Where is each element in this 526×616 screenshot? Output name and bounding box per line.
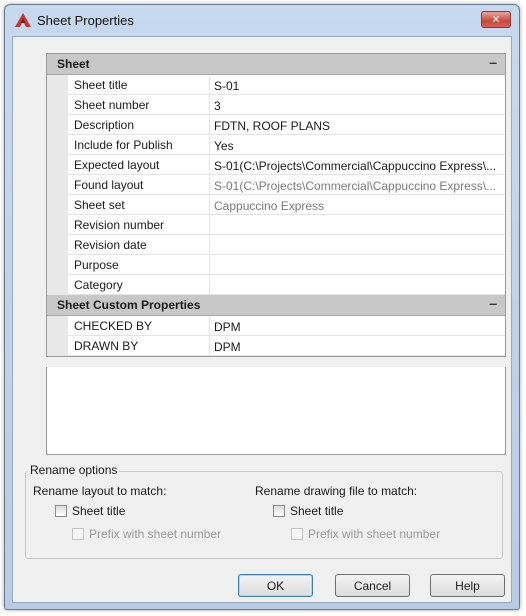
collapse-icon[interactable]: – [489,54,497,70]
layout-sheet-title-label[interactable]: Sheet title [72,504,125,518]
property-row[interactable]: CHECKED BY DPM [47,316,505,336]
property-row[interactable]: Sheet title S-01 [47,75,505,95]
property-row[interactable]: Sheet set Cappuccino Express [47,195,505,215]
drawing-prefix-label: Prefix with sheet number [308,527,441,541]
title-bar[interactable]: Sheet Properties ✕ [5,5,519,35]
sheet-properties-dialog: Sheet Properties ✕ Sheet – Sheet title S-… [4,4,520,610]
autocad-logo-icon [15,13,31,27]
property-value[interactable]: DPM [210,336,505,356]
property-row[interactable]: Revision number [47,215,505,235]
property-name: Sheet title [68,75,210,95]
property-value[interactable]: FDTN, ROOF PLANS [210,115,505,135]
property-row[interactable]: Purpose [47,255,505,275]
property-row[interactable]: DRAWN BY DPM [47,336,505,356]
property-name: Category [68,275,210,295]
property-value: Cappuccino Express [210,195,505,215]
category-label: Sheet [57,57,90,71]
property-value[interactable]: S-01(C:\Projects\Commercial\Cappuccino E… [210,155,505,175]
custom-properties-category-header[interactable]: Sheet Custom Properties – [47,295,505,316]
drawing-sheet-title-label[interactable]: Sheet title [290,504,343,518]
property-value[interactable] [210,275,505,295]
property-row[interactable]: Sheet number 3 [47,95,505,115]
property-grid: Sheet – Sheet title S-01 Sheet number 3 De… [46,53,506,357]
layout-prefix-checkbox[interactable] [72,528,84,540]
property-name: DRAWN BY [68,336,210,356]
property-name: Include for Publish [68,135,210,155]
property-name: Revision number [68,215,210,235]
property-value[interactable]: 3 [210,95,505,115]
property-name: Sheet number [68,95,210,115]
property-name: Expected layout [68,155,210,175]
sheet-category-header[interactable]: Sheet – [47,54,505,75]
property-name: Purpose [68,255,210,275]
cancel-button[interactable]: Cancel [335,574,410,597]
property-name: Found layout [68,175,210,195]
close-icon: ✕ [491,14,501,26]
property-value[interactable] [210,215,505,235]
ok-button[interactable]: OK [238,574,313,597]
rename-layout-label: Rename layout to match: [33,484,167,498]
property-value[interactable] [210,235,505,255]
dialog-body: Sheet – Sheet title S-01 Sheet number 3 De… [12,36,512,603]
rename-options-legend: Rename options [28,463,120,477]
help-button[interactable]: Help [430,574,505,597]
property-value[interactable]: S-01 [210,75,505,95]
property-name: CHECKED BY [68,316,210,336]
layout-prefix-label: Prefix with sheet number [89,527,222,541]
property-value[interactable] [210,255,505,275]
property-name: Sheet set [68,195,210,215]
property-value: S-01(C:\Projects\Commercial\Cappuccino E… [210,175,505,195]
property-row[interactable]: Revision date [47,235,505,255]
window-title: Sheet Properties [37,13,134,28]
property-name: Description [68,115,210,135]
property-row[interactable]: Found layout S-01(C:\Projects\Commercial\… [47,175,505,195]
property-value[interactable]: Yes [210,135,505,155]
layout-sheet-title-checkbox[interactable] [55,505,67,517]
rename-drawing-label: Rename drawing file to match: [255,484,418,498]
property-value[interactable]: DPM [210,316,505,336]
close-button[interactable]: ✕ [481,11,511,28]
property-row[interactable]: Category [47,275,505,295]
category-label: Sheet Custom Properties [57,298,201,312]
drawing-prefix-checkbox[interactable] [291,528,303,540]
property-row[interactable]: Description FDTN, ROOF PLANS [47,115,505,135]
property-grid-empty-area [46,367,506,455]
collapse-icon[interactable]: – [489,295,497,311]
property-row[interactable]: Include for Publish Yes [47,135,505,155]
drawing-sheet-title-checkbox[interactable] [273,505,285,517]
property-row[interactable]: Expected layout S-01(C:\Projects\Commerci… [47,155,505,175]
property-name: Revision date [68,235,210,255]
